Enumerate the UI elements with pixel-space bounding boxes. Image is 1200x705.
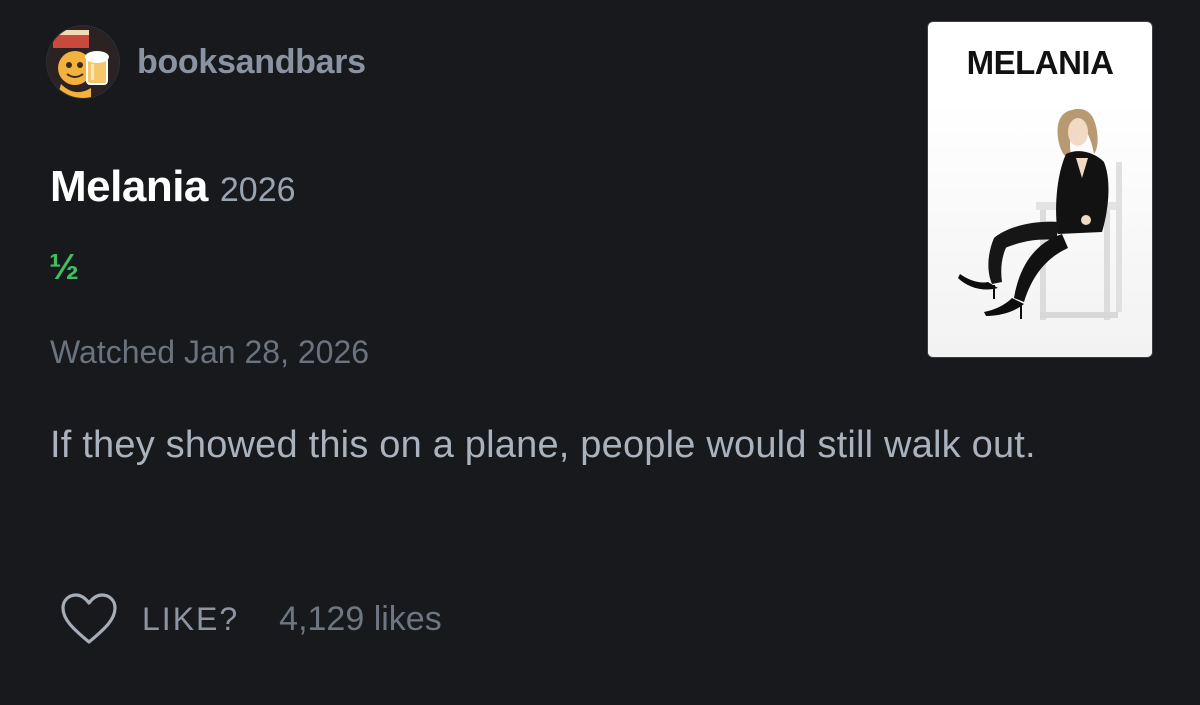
star-rating: ½ — [49, 246, 80, 287]
avatar-icon — [47, 26, 119, 98]
heart-icon[interactable] — [60, 592, 118, 646]
user-header[interactable]: booksandbars — [47, 26, 366, 98]
film-title[interactable]: Melania — [50, 162, 208, 212]
review-page: booksandbars Melania 2026 ½ Watched Jan … — [0, 0, 1200, 705]
like-button[interactable]: LIKE? — [142, 601, 239, 638]
poster-image — [928, 102, 1152, 357]
film-poster[interactable]: MELANIA — [928, 22, 1152, 357]
film-year[interactable]: 2026 — [220, 171, 296, 210]
like-actions: LIKE? 4,129 likes — [60, 592, 442, 646]
poster-title: MELANIA — [966, 44, 1114, 81]
avatar[interactable] — [47, 26, 119, 98]
likes-count[interactable]: 4,129 likes — [279, 600, 442, 639]
username[interactable]: booksandbars — [137, 43, 366, 82]
film-title-row: Melania 2026 — [50, 162, 296, 212]
watched-date: Watched Jan 28, 2026 — [50, 334, 370, 370]
review-text: If they showed this on a plane, people w… — [50, 424, 1036, 466]
